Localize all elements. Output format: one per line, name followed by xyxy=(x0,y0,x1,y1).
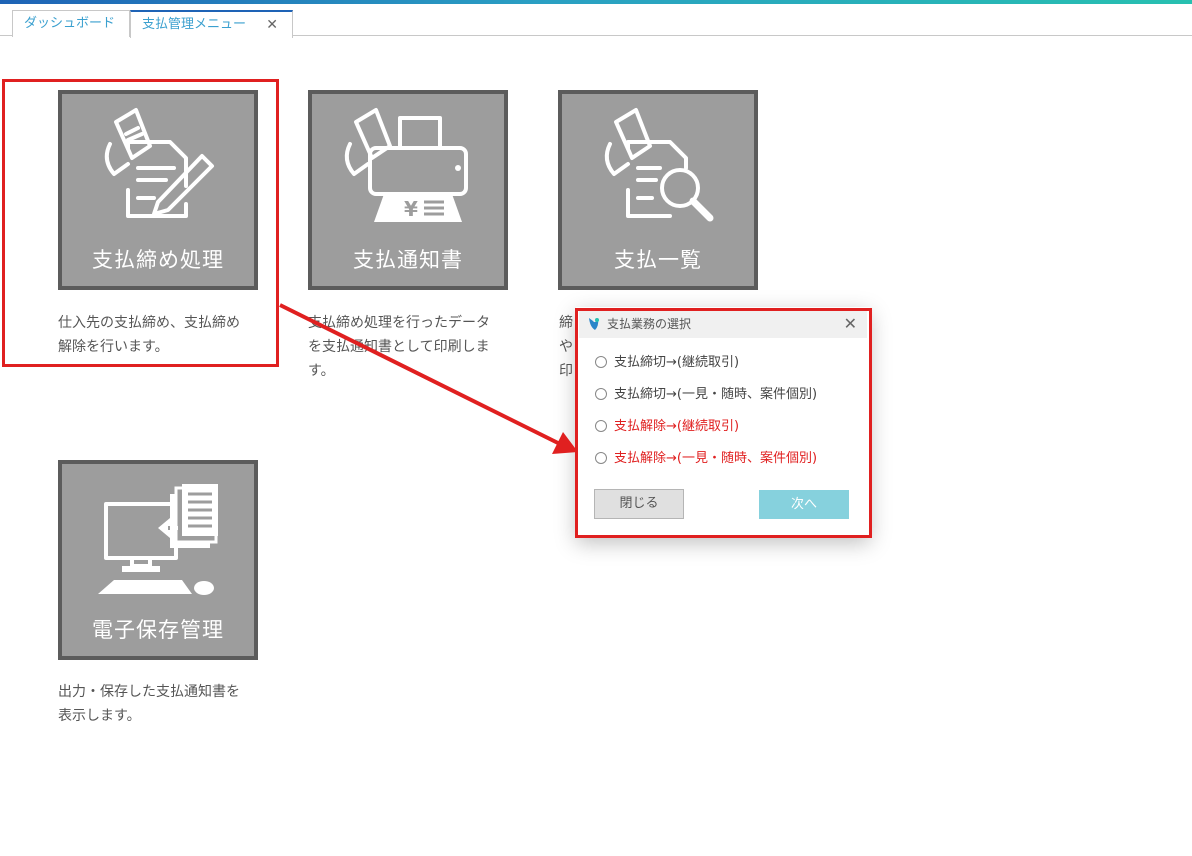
annotation-arrow xyxy=(279,303,578,454)
